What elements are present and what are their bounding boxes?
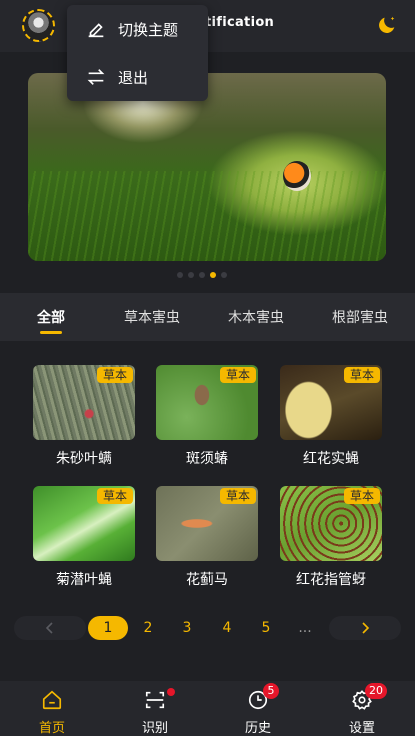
page-button[interactable]: 3: [177, 616, 197, 640]
nav-item-identify[interactable]: 识别: [125, 687, 185, 736]
pen-icon: [88, 23, 104, 38]
bottom-nav: 首页 识别 5 历史 20 设置: [0, 681, 415, 736]
home-icon: [42, 690, 62, 710]
nav-label: 历史: [244, 721, 271, 736]
category-badge: 草本: [220, 488, 256, 504]
category-badge: 草本: [97, 367, 133, 383]
notification-dot: [167, 688, 175, 696]
category-badge: 草本: [220, 367, 256, 383]
settings-count-badge: 20: [365, 683, 387, 699]
carousel-dot[interactable]: [199, 272, 205, 278]
pest-name: 红花指管蚜: [296, 572, 366, 588]
carousel-dot[interactable]: [188, 272, 194, 278]
page-title: tification: [205, 15, 275, 30]
tab-root-pests[interactable]: 根部害虫: [332, 307, 388, 327]
page-ellipsis: ...: [298, 620, 312, 636]
category-badge: 草本: [97, 488, 133, 504]
carousel-dot-active[interactable]: [210, 272, 216, 278]
banner-grass: [28, 171, 386, 261]
tab-active-indicator: [40, 331, 62, 334]
swap-arrows-icon: [87, 69, 105, 85]
menu-item-logout[interactable]: 退出: [85, 65, 148, 89]
avatar-dropdown-menu: 切换主题 退出: [67, 5, 208, 101]
tab-herbaceous-pests[interactable]: 草本害虫: [124, 307, 180, 327]
moon-icon[interactable]: [376, 14, 398, 36]
banner-insect: [283, 161, 311, 191]
banner-image[interactable]: [28, 73, 386, 261]
nav-label: 识别: [141, 721, 168, 736]
nav-item-history[interactable]: 5 历史: [228, 683, 288, 736]
nav-label: 首页: [38, 721, 65, 736]
carousel-dot[interactable]: [177, 272, 183, 278]
pagination: 1 2 3 4 5 ...: [0, 616, 415, 640]
category-tabs: 全部 草本害虫 木本害虫 根部害虫: [0, 293, 415, 341]
carousel-indicator: [177, 272, 227, 278]
pest-name: 菊潜叶蝇: [56, 572, 112, 588]
prev-page-button[interactable]: [14, 616, 86, 640]
pest-name: 红花实蝇: [303, 451, 359, 467]
scan-icon: [145, 691, 165, 709]
menu-item-switch-theme[interactable]: 切换主题: [85, 17, 178, 41]
category-badge: 草本: [344, 488, 380, 504]
page-button[interactable]: 4: [217, 616, 237, 640]
tab-woody-pests[interactable]: 木本害虫: [228, 307, 284, 327]
nav-item-settings[interactable]: 20 设置: [332, 683, 392, 736]
page-button[interactable]: 2: [138, 616, 158, 640]
history-count-badge: 5: [263, 683, 279, 699]
page-button-current[interactable]: 1: [88, 616, 128, 640]
pest-name: 斑须蝽: [186, 451, 228, 467]
page-button[interactable]: 5: [256, 616, 276, 640]
chevron-right-icon: [362, 622, 370, 634]
nav-item-home[interactable]: 首页: [22, 687, 82, 736]
pest-name: 花蓟马: [186, 572, 228, 588]
chevron-left-icon: [45, 622, 53, 634]
menu-item-label: 切换主题: [118, 20, 179, 39]
pest-name: 朱砂叶螨: [56, 451, 112, 467]
category-badge: 草本: [344, 367, 380, 383]
next-page-button[interactable]: [329, 616, 401, 640]
menu-item-label: 退出: [118, 68, 149, 87]
nav-label: 设置: [348, 721, 375, 736]
user-avatar[interactable]: [22, 9, 55, 42]
tab-all[interactable]: 全部: [37, 307, 65, 327]
carousel-dot[interactable]: [221, 272, 227, 278]
